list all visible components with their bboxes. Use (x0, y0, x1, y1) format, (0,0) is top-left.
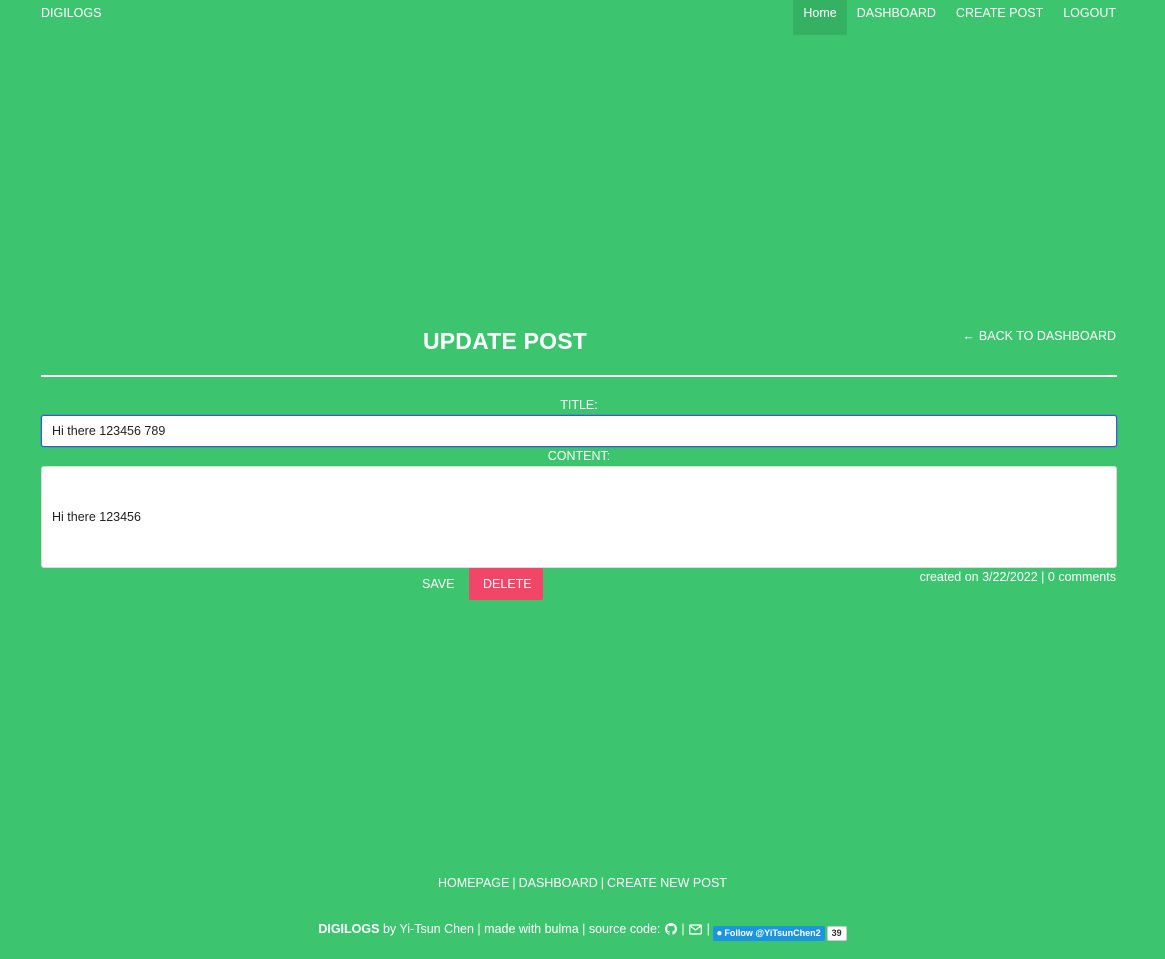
footer-credit-text: by Yi-Tsun Chen | made with bulma | sour… (382, 922, 661, 936)
back-link-label: BACK TO DASHBOARD (978, 329, 1116, 343)
footer-links: HOMEPAGE | DASHBOARD | CREATE NEW POST (0, 876, 1165, 890)
nav-dashboard[interactable]: DASHBOARD (847, 0, 946, 35)
github-icon[interactable] (664, 923, 677, 938)
page-title: UPDATE POST (422, 328, 588, 354)
footer-brand: DIGILOGS (318, 922, 380, 936)
nav-menu: Home DASHBOARD CREATE POST LOGOUT (793, 0, 1116, 35)
navbar: DIGILOGS Home DASHBOARD CREATE POST LOGO… (0, 0, 1165, 35)
footer-separator: | (512, 876, 516, 890)
title-label: TITLE: (560, 398, 598, 412)
footer-pipe: | (681, 922, 685, 936)
twitter-follow-button[interactable]: ● Follow @YiTsunChen2 (713, 926, 825, 941)
arrow-left-icon: ← (962, 329, 975, 343)
save-button[interactable]: SAVE (408, 568, 468, 600)
footer-link-homepage[interactable]: HOMEPAGE (438, 876, 509, 890)
back-to-dashboard-link[interactable]: ← BACK TO DASHBOARD (962, 329, 1116, 343)
nav-home[interactable]: Home (793, 0, 847, 35)
nav-logout[interactable]: LOGOUT (1053, 0, 1116, 35)
post-meta: created on 3/22/2022 | 0 comments (919, 570, 1116, 584)
twitter-icon: ● (716, 928, 723, 939)
nav-create-post[interactable]: CREATE POST (946, 0, 1053, 35)
content-textarea[interactable]: Hi there 123456 (41, 466, 1117, 568)
twitter-follow-label: Follow @YiTsunChen2 (724, 928, 821, 938)
brand-logo[interactable]: DIGILOGS (41, 6, 101, 20)
title-input[interactable] (41, 415, 1117, 447)
footer-link-dashboard[interactable]: DASHBOARD (519, 876, 598, 890)
twitter-follower-count: 39 (826, 926, 847, 941)
delete-button[interactable]: DELETE (469, 568, 543, 600)
divider (41, 375, 1117, 377)
footer-link-create-new-post[interactable]: CREATE NEW POST (607, 876, 727, 890)
content-label: CONTENT: (547, 449, 611, 463)
footer-credit: DIGILOGS by Yi-Tsun Chen | made with bul… (0, 922, 1165, 941)
footer-separator: | (600, 876, 605, 890)
footer-pipe: | (706, 922, 710, 936)
envelope-icon[interactable] (689, 924, 703, 938)
